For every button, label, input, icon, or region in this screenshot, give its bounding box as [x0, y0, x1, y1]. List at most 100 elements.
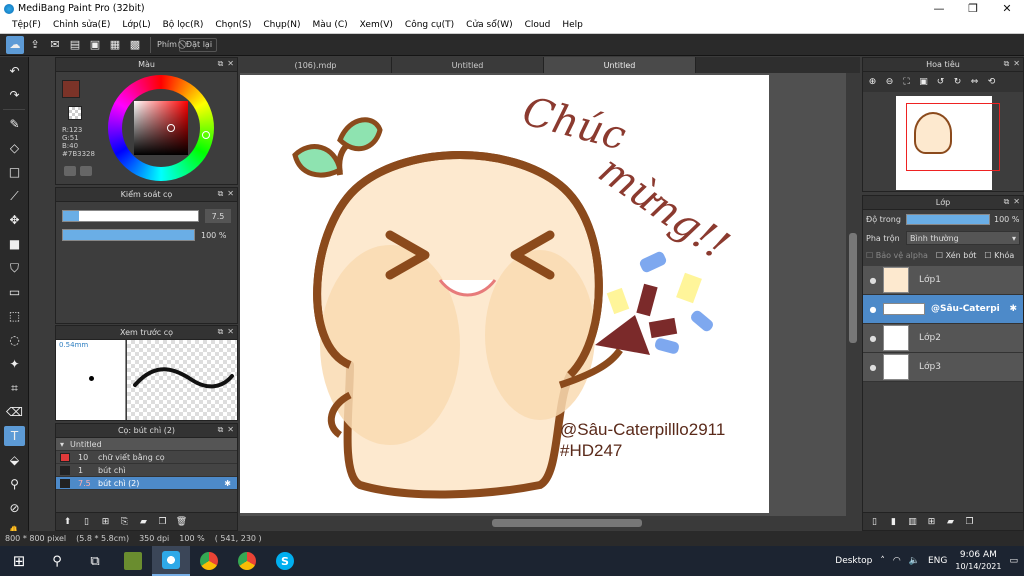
menu-select[interactable]: Chọn(S): [209, 20, 257, 30]
eye-icon[interactable]: ●: [863, 276, 883, 285]
horizontal-scroll-thumb[interactable]: [492, 519, 642, 527]
menu-cloud[interactable]: Cloud: [519, 20, 557, 30]
panel-close-icon[interactable]: ✕: [227, 327, 234, 337]
float-icon[interactable]: ⧉: [1004, 197, 1010, 207]
fill-rect-icon[interactable]: ■: [4, 234, 25, 254]
minimize-button[interactable]: —: [922, 0, 956, 17]
float-icon[interactable]: ⧉: [218, 327, 224, 337]
panel-close-icon[interactable]: ✕: [1013, 59, 1020, 69]
lasso-icon[interactable]: ◌: [4, 330, 25, 350]
folder-icon[interactable]: ▰: [943, 515, 958, 529]
layer-opacity-slider[interactable]: [906, 214, 990, 225]
close-button[interactable]: ✕: [990, 0, 1024, 17]
tab-untitled-1[interactable]: Untitled: [392, 57, 544, 73]
task-view-icon[interactable]: ⧉: [76, 546, 114, 576]
add-brush-icon[interactable]: ⊞: [98, 515, 113, 529]
line-icon[interactable]: ⟋: [4, 186, 25, 206]
vertical-scroll-thumb[interactable]: [849, 233, 857, 343]
brush-item[interactable]: 1 bút chì: [56, 464, 237, 477]
select-eraser-icon[interactable]: ⌫: [4, 402, 25, 422]
undo-icon[interactable]: ↶: [4, 61, 25, 81]
eye-icon[interactable]: ●: [863, 363, 883, 372]
panel-icon[interactable]: ▦: [106, 36, 124, 54]
gear-icon[interactable]: ✱: [224, 479, 231, 488]
float-icon[interactable]: ⧉: [218, 189, 224, 199]
move-icon[interactable]: ✥: [4, 210, 25, 230]
eye-icon[interactable]: ●: [863, 334, 883, 343]
brush-size-slider[interactable]: [62, 210, 199, 222]
new-brush-icon[interactable]: ▯: [79, 515, 94, 529]
share-icon[interactable]: ⇪: [26, 36, 44, 54]
blend-mode-select[interactable]: Bình thường ▾: [906, 231, 1020, 245]
brush-item-selected[interactable]: 7.5 bút chì (2) ✱: [56, 477, 237, 490]
sub-color-swatch[interactable]: [68, 106, 82, 120]
duplicate-layer-icon[interactable]: ❐: [962, 515, 977, 529]
operation-icon[interactable]: ⬙: [4, 450, 25, 470]
game-app-icon[interactable]: [114, 546, 152, 576]
menu-view[interactable]: Xem(V): [354, 20, 399, 30]
horizontal-scrollbar[interactable]: [240, 516, 860, 530]
chevron-up-icon[interactable]: ˄: [880, 556, 885, 566]
menu-window[interactable]: Cửa sổ(W): [460, 20, 518, 30]
eraser-icon[interactable]: ◇: [4, 138, 25, 158]
trash-icon[interactable]: 🗑: [174, 515, 189, 529]
navigator-preview[interactable]: [896, 96, 1000, 190]
copy-icon[interactable]: ⎘: [117, 515, 132, 529]
notification-icon[interactable]: ▭: [1009, 556, 1018, 566]
select-pen-icon[interactable]: ⌗: [4, 378, 25, 398]
menu-layer[interactable]: Lớp(L): [116, 20, 156, 30]
palette-icon[interactable]: [64, 166, 76, 176]
eye-icon[interactable]: ●: [863, 305, 883, 314]
grid-icon[interactable]: ▩: [126, 36, 144, 54]
menu-tools[interactable]: Công cụ(T): [399, 20, 460, 30]
clipping-checkbox[interactable]: ☐ Xén bớt: [936, 251, 976, 260]
brush-size-value[interactable]: 7.5: [205, 209, 231, 223]
layer-row[interactable]: ● Lớp1: [863, 266, 1023, 295]
folder-icon[interactable]: ▰: [136, 515, 151, 529]
rotate-left-icon[interactable]: ↺: [933, 75, 948, 89]
palette-icon-2[interactable]: [80, 166, 92, 176]
shape-icon[interactable]: □: [4, 162, 25, 182]
page-icon[interactable]: ▣: [86, 36, 104, 54]
new-layer-icon[interactable]: ▯: [867, 515, 882, 529]
panel-close-icon[interactable]: ✕: [227, 425, 234, 435]
new-halftone-layer-icon[interactable]: ▥: [905, 515, 920, 529]
volume-icon[interactable]: 🔈: [909, 556, 920, 566]
panel-close-icon[interactable]: ✕: [227, 189, 234, 199]
magic-wand-icon[interactable]: ✦: [4, 354, 25, 374]
bucket-icon[interactable]: ⛉: [4, 258, 25, 278]
gradient-icon[interactable]: ▭: [4, 282, 25, 302]
medibang-app-icon[interactable]: [152, 546, 190, 576]
menu-edit[interactable]: Chỉnh sửa(E): [47, 20, 116, 30]
dropper-icon[interactable]: ⚲: [4, 474, 25, 494]
float-icon[interactable]: ⧉: [218, 59, 224, 69]
menu-help[interactable]: Help: [556, 20, 589, 30]
up-icon[interactable]: ⬆: [60, 515, 75, 529]
canvas-area[interactable]: Chúc mừng!! @Sâu-Caterpilllo2911 #HD247: [240, 73, 860, 516]
color-wheel[interactable]: [108, 75, 214, 181]
color-square[interactable]: [134, 101, 188, 155]
rotate-right-icon[interactable]: ↻: [950, 75, 965, 89]
reset-button[interactable]: ⃠Đặt lại: [178, 37, 218, 52]
menu-filter[interactable]: Bộ lọc(R): [157, 20, 210, 30]
comment-icon[interactable]: ✉: [46, 36, 64, 54]
menu-color[interactable]: Màu (C): [307, 20, 354, 30]
zoom-out-icon[interactable]: ⊖: [882, 75, 897, 89]
text-icon[interactable]: T: [4, 426, 25, 446]
maximize-button[interactable]: ❐: [956, 0, 990, 17]
layer-row[interactable]: ● Lớp3: [863, 353, 1023, 382]
fit-icon[interactable]: ⛶: [899, 75, 914, 89]
float-icon[interactable]: ⧉: [218, 425, 224, 435]
brush-item[interactable]: 10 chữ viết bằng cọ: [56, 451, 237, 464]
wifi-icon[interactable]: ◠: [893, 556, 901, 566]
skype-icon[interactable]: S: [266, 546, 304, 576]
layer-row-selected[interactable]: ● @Sâu-Caterpi ✱: [863, 295, 1023, 324]
protect-alpha-checkbox[interactable]: ☐ Bảo vệ alpha: [866, 251, 928, 260]
add-layer-icon[interactable]: ⊞: [924, 515, 939, 529]
menu-file[interactable]: Tệp(F): [6, 20, 47, 30]
speech-icon[interactable]: ▤: [66, 36, 84, 54]
new-8bit-layer-icon[interactable]: ▮: [886, 515, 901, 529]
tab-106-mdp[interactable]: (106).mdp: [240, 57, 392, 73]
brush-group[interactable]: ▾ Untitled: [56, 438, 237, 451]
layer-row[interactable]: ● Lớp2: [863, 324, 1023, 353]
